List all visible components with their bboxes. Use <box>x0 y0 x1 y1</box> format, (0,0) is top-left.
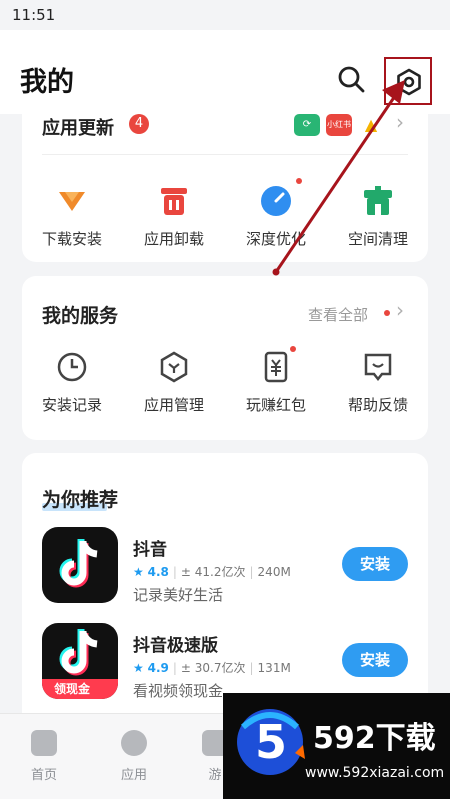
service-feedback[interactable]: 帮助反馈 <box>333 350 423 415</box>
service-label: 安装记录 <box>41 396 102 414</box>
notification-dot <box>296 178 302 184</box>
tool-label: 下载安装 <box>41 230 102 248</box>
apps-icon <box>121 730 147 756</box>
app-size: 240M <box>257 565 291 579</box>
service-label: 玩赚红包 <box>245 396 306 414</box>
updates-card: 应用更新 4 ⟳ 小红书 ▲ › 下载安装 应用卸载 深度优化 空间清理 <box>22 110 428 262</box>
app-list-item[interactable]: 领现金 抖音极速版 ★ 4.9 | ± 30.7亿次 | 131M 看视频领现金 安装 <box>42 623 418 701</box>
page-title: 我的 <box>20 67 74 98</box>
watermark-title: 592下载 <box>313 721 436 756</box>
feedback-icon <box>361 350 395 384</box>
nav-label: 首页 <box>30 768 57 783</box>
app-name: 抖音极速版 <box>133 636 218 656</box>
star-icon: ★ <box>133 565 144 579</box>
download-icon <box>55 184 89 218</box>
app-description: 看视频领现金 <box>133 682 224 700</box>
app-manage-icon <box>157 350 191 384</box>
recommend-card: 为你推荐 抖音 ★ 4.8 | ± 41.2亿次 | 240M 记录美好生活 安装 <box>22 453 428 733</box>
recommend-title: 为你推荐 <box>42 489 119 511</box>
mini-app-icon: ▲ <box>364 115 378 134</box>
watermark-logo: 5 592下载 www.592xiazai.com <box>223 693 450 799</box>
tool-label: 深度优化 <box>245 230 306 248</box>
tool-deep-optimize[interactable]: 深度优化 <box>231 178 321 249</box>
service-label: 应用管理 <box>143 396 204 414</box>
settings-icon[interactable] <box>394 67 424 97</box>
nav-apps[interactable]: 应用 <box>104 730 164 783</box>
app-updates-title[interactable]: 应用更新 <box>42 114 114 140</box>
watermark-url: www.592xiazai.com <box>305 765 445 781</box>
watermark-badge-icon: 5 <box>233 705 307 779</box>
service-label: 帮助反馈 <box>347 396 408 414</box>
douyin-icon <box>42 527 118 603</box>
service-app-manage[interactable]: 应用管理 <box>129 350 219 415</box>
app-downloads: ± 30.7亿次 <box>180 661 246 675</box>
app-description: 记录美好生活 <box>133 586 224 604</box>
app-meta: ★ 4.8 | ± 41.2亿次 | 240M <box>133 565 291 579</box>
tool-space-clean[interactable]: 空间清理 <box>333 184 423 249</box>
settings-highlight-box <box>384 57 432 105</box>
nav-label: 应用 <box>120 768 147 783</box>
services-card: 我的服务 查看全部 › 安装记录 应用管理 玩赚红包 帮助反馈 <box>22 276 428 440</box>
chevron-right-icon[interactable]: › <box>396 298 404 322</box>
notification-dot <box>384 310 390 316</box>
notification-dot <box>290 346 296 352</box>
trash-icon <box>157 184 191 218</box>
red-packet-icon <box>259 346 296 384</box>
history-icon <box>55 350 89 384</box>
app-rating: 4.9 <box>147 661 169 675</box>
broom-icon <box>361 184 395 218</box>
home-icon <box>31 730 57 756</box>
app-name: 抖音 <box>133 540 167 560</box>
tool-label: 应用卸载 <box>143 230 204 248</box>
divider <box>42 154 408 155</box>
app-rating: 4.8 <box>147 565 169 579</box>
update-count-badge: 4 <box>129 114 149 134</box>
tool-uninstall[interactable]: 应用卸载 <box>129 184 219 249</box>
xiaohongshu-icon: 小红书 <box>326 114 352 136</box>
watermark-badge-text: 5 <box>255 715 288 769</box>
install-button[interactable]: 安装 <box>342 547 408 581</box>
search-icon[interactable] <box>336 64 366 94</box>
app-list-item[interactable]: 抖音 ★ 4.8 | ± 41.2亿次 | 240M 记录美好生活 安装 <box>42 527 418 605</box>
tool-label: 空间清理 <box>347 230 408 248</box>
service-red-packet[interactable]: 玩赚红包 <box>231 346 321 415</box>
optimize-icon <box>259 178 302 218</box>
douyin-lite-icon: 领现金 <box>42 623 118 699</box>
star-icon: ★ <box>133 661 144 675</box>
service-install-history[interactable]: 安装记录 <box>27 350 117 415</box>
see-all-link[interactable]: 查看全部 <box>308 304 368 325</box>
install-button[interactable]: 安装 <box>342 643 408 677</box>
mini-app-icon: ⟳ <box>294 114 320 136</box>
page-header: 我的 <box>0 30 450 114</box>
app-size: 131M <box>257 661 291 675</box>
app-meta: ★ 4.9 | ± 30.7亿次 | 131M <box>133 661 291 675</box>
status-time: 11:51 <box>12 6 56 24</box>
tool-download-install[interactable]: 下载安装 <box>27 184 117 249</box>
app-downloads: ± 41.2亿次 <box>180 565 246 579</box>
services-title: 我的服务 <box>42 305 119 327</box>
cash-ribbon: 领现金 <box>54 682 91 696</box>
nav-home[interactable]: 首页 <box>14 730 74 783</box>
status-bar: 11:51 <box>0 0 450 30</box>
